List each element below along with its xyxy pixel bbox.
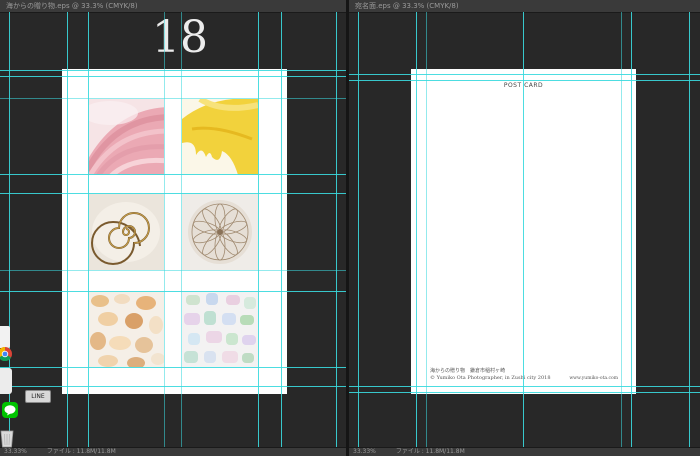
- guide-line[interactable]: [0, 70, 346, 71]
- spiral-shell-photo: [88, 194, 164, 270]
- guide-line[interactable]: [349, 392, 700, 393]
- pastel-sea-glass-photo: [182, 291, 258, 367]
- guide-line[interactable]: [0, 98, 346, 99]
- dock-app-icon[interactable]: [0, 368, 12, 394]
- guide-line[interactable]: [426, 12, 427, 448]
- guide-line[interactable]: [631, 12, 632, 448]
- file-size-info: ファイル : 11.8M/11.8M: [395, 448, 465, 455]
- trash-icon[interactable]: [0, 428, 14, 448]
- guide-line[interactable]: [358, 12, 359, 448]
- document-icon[interactable]: [0, 326, 10, 348]
- guide-line[interactable]: [88, 12, 89, 448]
- guide-line[interactable]: [349, 74, 700, 75]
- guide-line[interactable]: [621, 12, 622, 448]
- guide-line[interactable]: [164, 12, 165, 448]
- guide-line[interactable]: [0, 386, 346, 387]
- guide-line[interactable]: [0, 76, 346, 77]
- guide-line[interactable]: [181, 12, 182, 448]
- guide-line[interactable]: [0, 367, 346, 368]
- guide-line[interactable]: [416, 12, 417, 448]
- page-number: 18: [152, 12, 208, 63]
- right-document-window[interactable]: 宛名面.eps @ 33.3% (CMYK/8) POST CARD 海からの贈…: [349, 0, 700, 456]
- left-document-window[interactable]: 海からの贈り物.eps @ 33.3% (CMYK/8) 18 33.33% フ…: [0, 0, 346, 456]
- postcard-copyright: © Yumiko Ota Photographer, in Zushi city…: [430, 375, 551, 381]
- guide-line[interactable]: [523, 12, 524, 448]
- guide-line[interactable]: [0, 291, 346, 292]
- pink-shell-photo: [88, 99, 164, 175]
- zoom-level[interactable]: 33.33%: [4, 448, 27, 455]
- sea-urchin-photo: [182, 194, 258, 270]
- right-status-bar: 33.33% ファイル : 11.8M/11.8M: [349, 447, 700, 456]
- guide-line[interactable]: [0, 193, 346, 194]
- postcard-caption-japanese: 海からの贈り物 鎌倉市稲村ヶ崎: [430, 368, 506, 374]
- guide-line[interactable]: [281, 12, 282, 448]
- postcard-website: www.yumiko-ota.com: [569, 376, 618, 381]
- guide-line[interactable]: [67, 12, 68, 448]
- amber-sea-glass-photo: [88, 291, 164, 367]
- guide-line[interactable]: [0, 270, 346, 271]
- right-document-tab[interactable]: 宛名面.eps @ 33.3% (CMYK/8): [349, 0, 700, 13]
- guide-line[interactable]: [689, 12, 690, 448]
- guide-line[interactable]: [336, 12, 337, 448]
- line-icon[interactable]: [2, 402, 18, 418]
- zoom-level[interactable]: 33.33%: [353, 448, 376, 455]
- left-status-bar: 33.33% ファイル : 11.8M/11.8M: [0, 447, 346, 456]
- file-size-info: ファイル : 11.8M/11.8M: [46, 448, 116, 455]
- dock-tooltip: LINE: [25, 390, 51, 403]
- guide-line[interactable]: [0, 174, 346, 175]
- guide-line[interactable]: [349, 386, 700, 387]
- photo-layout-sheet[interactable]: [62, 69, 287, 394]
- yellow-shell-photo: [182, 99, 258, 175]
- guide-line[interactable]: [258, 12, 259, 448]
- guide-line[interactable]: [349, 80, 700, 81]
- chrome-icon[interactable]: [0, 346, 12, 361]
